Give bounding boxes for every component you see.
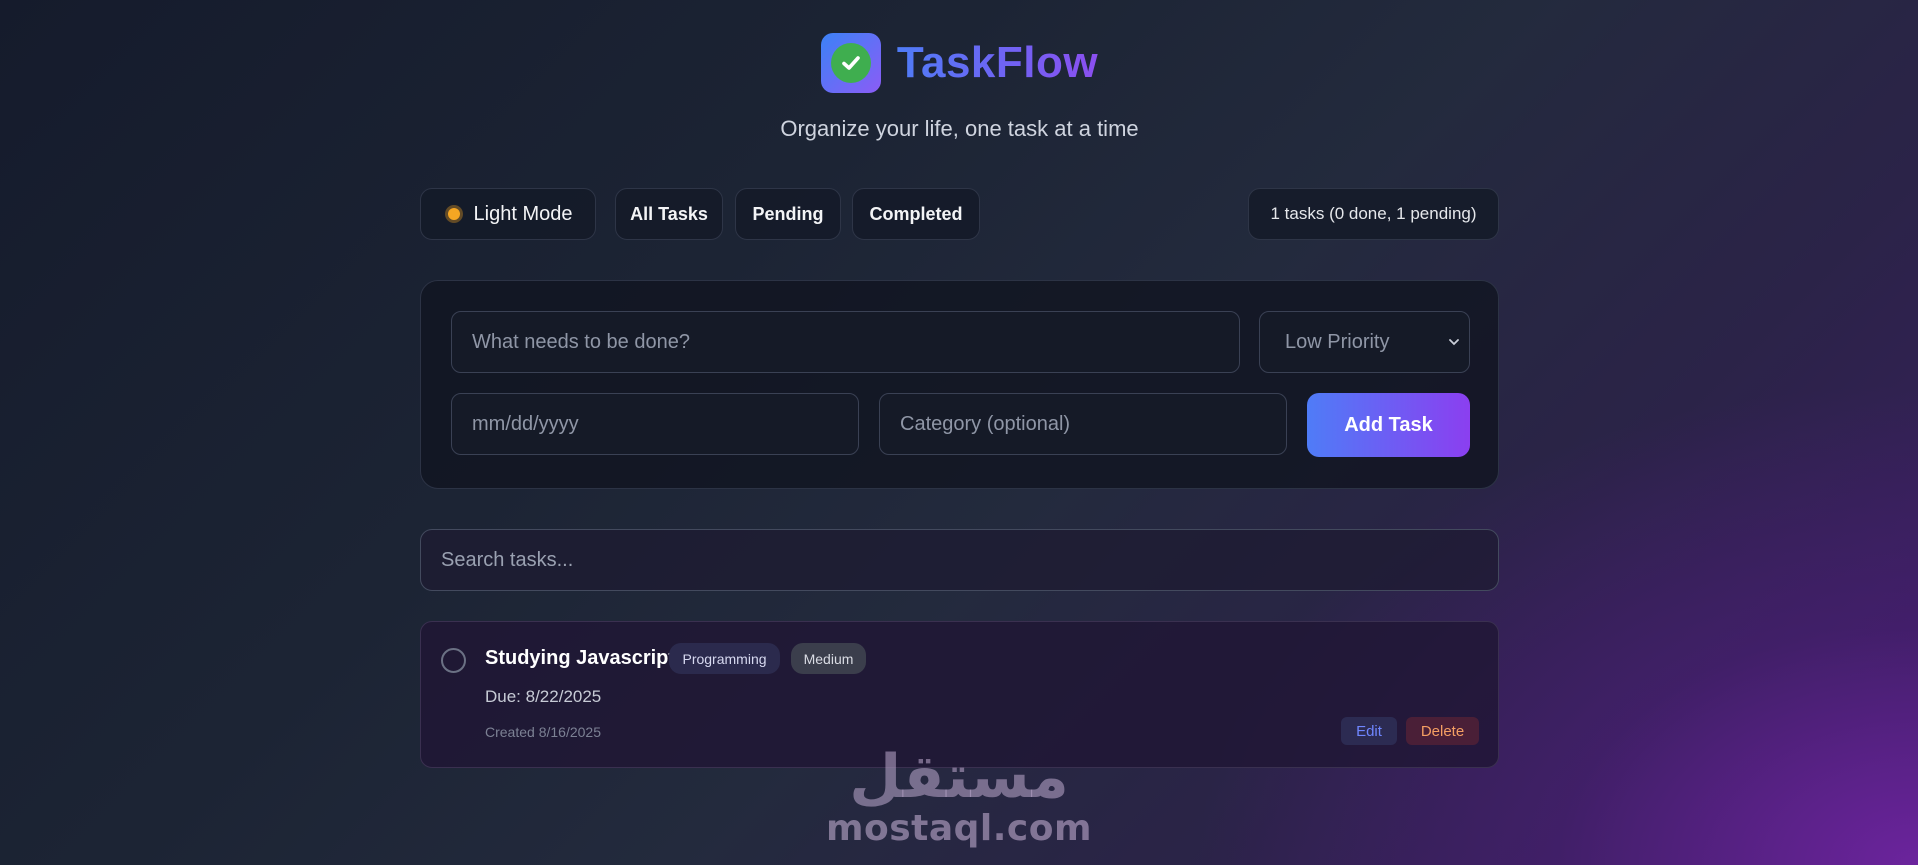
task-complete-checkbox[interactable] [441,648,466,673]
edit-task-button[interactable]: Edit [1341,717,1397,745]
chevron-down-icon [1449,339,1459,346]
check-circle-icon [830,43,871,83]
add-task-form: What needs to be done? Low Priority mm/d… [420,280,1499,489]
filter-all-tasks-button[interactable]: All Tasks [615,188,723,240]
theme-toggle-button[interactable]: Light Mode [420,188,596,240]
task-title: Studying Javascript [485,647,676,669]
add-task-button[interactable]: Add Task [1307,393,1470,457]
priority-selected-value: Low Priority [1285,330,1390,353]
watermark-arabic: مستقل [849,742,1069,812]
theme-toggle-label: Light Mode [473,202,573,225]
task-created-date: Created 8/16/2025 [485,724,601,740]
app-header: TaskFlow [420,32,1499,94]
sun-icon [444,204,464,224]
app-title: TaskFlow [896,38,1099,87]
task-input[interactable]: What needs to be done? [451,311,1240,373]
task-category-badge: Programming [669,643,780,674]
task-priority-badge: Medium [791,643,866,674]
filter-pending-button[interactable]: Pending [735,188,841,240]
due-date-input[interactable]: mm/dd/yyyy [451,393,859,455]
task-due-date: Due: 8/22/2025 [485,687,602,706]
watermark-latin: mostaql.com [825,808,1093,849]
category-input[interactable]: Category (optional) [879,393,1287,455]
app-tagline: Organize your life, one task at a time [780,116,1139,141]
delete-task-button[interactable]: Delete [1406,717,1479,745]
task-stats: 1 tasks (0 done, 1 pending) [1248,188,1499,240]
priority-select[interactable]: Low Priority [1259,311,1470,373]
filter-completed-button[interactable]: Completed [852,188,980,240]
search-input[interactable]: Search tasks... [420,529,1499,591]
app-logo [820,33,881,93]
